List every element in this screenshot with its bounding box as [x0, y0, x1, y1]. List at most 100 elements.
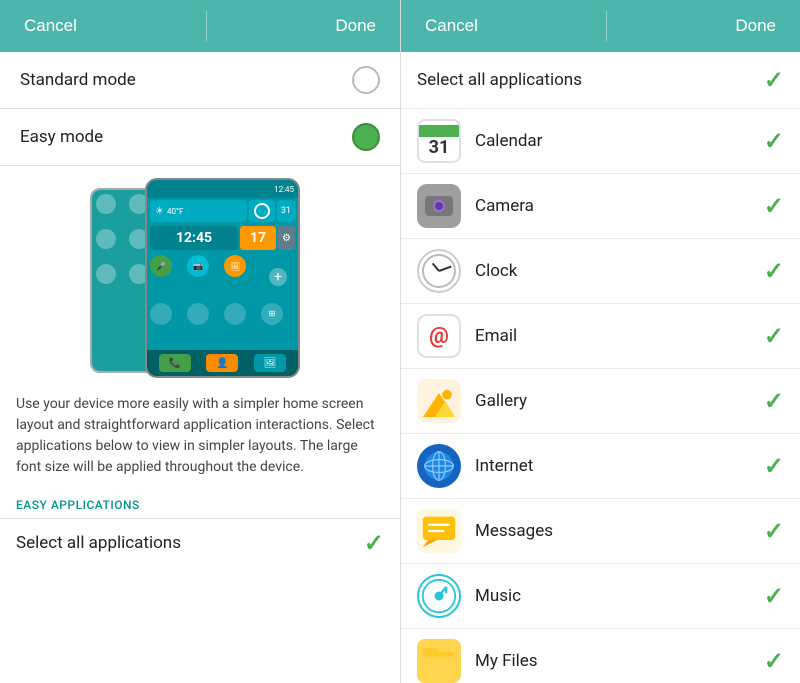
gallery-icon	[417, 379, 461, 423]
list-item[interactable]: Internet ✓	[401, 434, 800, 499]
camera-lens	[433, 200, 445, 212]
weather-temp: 40°F	[167, 207, 183, 216]
phone-front: 12:45 ☀ 40°F 31 12:45	[145, 178, 300, 378]
gallery-icon-sm: 🖼	[230, 262, 240, 271]
left-panel: Cancel Done Standard mode Easy mode	[0, 0, 400, 683]
sun-icon: ☀	[155, 206, 164, 217]
easy-applications-label: EASY APPLICATIONS	[0, 486, 400, 518]
app-check: ✓	[764, 452, 784, 480]
easy-mode-toggle[interactable]	[352, 123, 380, 151]
preview-area: 12:45 ☀ 40°F 31 12:45	[0, 166, 400, 386]
list-item[interactable]: Camera ✓	[401, 174, 800, 239]
phone-bottom-nav: 📞 👤 🖼	[147, 350, 298, 376]
list-item[interactable]: 31 Calendar ✓	[401, 109, 800, 174]
back-icon-9	[96, 264, 116, 284]
app-name: Music	[475, 586, 764, 606]
music-icon	[417, 574, 461, 618]
list-item[interactable]: My Files ✓	[401, 629, 800, 683]
phone-app-4	[150, 303, 172, 325]
phone-status-bar: 12:45	[147, 180, 298, 198]
easy-mode-label: Easy mode	[20, 127, 103, 147]
app-check: ✓	[764, 387, 784, 415]
cal-num: 31	[281, 206, 291, 216]
calendar-widget-mini: 31	[277, 200, 295, 222]
calendar-date-num: 31	[429, 139, 450, 157]
app-check: ✓	[764, 127, 784, 155]
app-check: ✓	[764, 582, 784, 610]
left-select-all-row[interactable]: Select all applications ✓	[0, 518, 400, 567]
phone-mockup: 12:45 ☀ 40°F 31 12:45	[90, 178, 310, 378]
app-name: Gallery	[475, 391, 764, 411]
left-select-all-check: ✓	[364, 529, 384, 557]
phone-app-2: 📷	[187, 255, 209, 277]
plus-icon: +	[274, 269, 282, 285]
clock-face	[422, 254, 456, 288]
phone-app-1: 🎤	[150, 255, 172, 277]
gallery-svg	[423, 385, 455, 417]
description-text: Use your device more easily with a simpl…	[0, 386, 400, 486]
list-item[interactable]: Clock ✓	[401, 239, 800, 304]
easy-mode-row[interactable]: Easy mode	[0, 109, 400, 166]
calendar-header-bar	[419, 125, 459, 137]
at-symbol: @	[429, 324, 449, 349]
app-check: ✓	[764, 322, 784, 350]
phone-widget-row: ☀ 40°F 31	[147, 198, 298, 224]
right-panel: Cancel Done Select all applications ✓ 31…	[400, 0, 800, 683]
grid-icon: ⊞	[269, 309, 276, 318]
left-cancel-button[interactable]: Cancel	[20, 8, 81, 44]
email-icon: @	[417, 314, 461, 358]
camera-body	[425, 196, 453, 216]
messages-svg	[421, 513, 457, 549]
calendar-icon: 31	[417, 119, 461, 163]
settings-widget: ⚙	[278, 226, 295, 250]
mic-icon: 🎤	[156, 262, 166, 271]
clock-icon	[254, 203, 270, 219]
photo-icon: 🖼	[264, 358, 277, 369]
person-icon: 👤	[216, 358, 228, 369]
app-check: ✓	[764, 517, 784, 545]
standard-mode-label: Standard mode	[20, 70, 136, 90]
list-item[interactable]: Messages ✓	[401, 499, 800, 564]
back-icon-1	[96, 194, 116, 214]
right-header: Cancel Done	[401, 0, 800, 52]
standard-mode-row[interactable]: Standard mode	[0, 52, 400, 109]
internet-icon	[417, 444, 461, 488]
back-icon-5	[96, 229, 116, 249]
app-name: Internet	[475, 456, 764, 476]
list-item[interactable]: Gallery ✓	[401, 369, 800, 434]
right-cancel-button[interactable]: Cancel	[421, 8, 482, 44]
right-header-divider	[606, 11, 607, 41]
weather-widget: ☀ 40°F	[150, 200, 247, 222]
standard-mode-toggle[interactable]	[352, 66, 380, 94]
clock-icon	[417, 249, 461, 293]
right-done-button[interactable]: Done	[731, 8, 780, 44]
list-item[interactable]: Music ✓	[401, 564, 800, 629]
list-item[interactable]: @ Email ✓	[401, 304, 800, 369]
phone-time-display: 12:45	[274, 185, 294, 194]
app-name: Camera	[475, 196, 764, 216]
myfiles-svg	[421, 644, 457, 678]
right-select-all-label: Select all applications	[417, 70, 764, 90]
phone-app-grid: 🎤 📷 🖼 + ⊞	[147, 252, 298, 350]
left-header: Cancel Done	[0, 0, 400, 52]
call-btn: 📞	[159, 354, 191, 372]
app-name: Messages	[475, 521, 764, 541]
phone-app-6	[224, 303, 246, 325]
app-check: ✓	[764, 257, 784, 285]
phone-icon-sm: 📞	[169, 358, 181, 369]
app-name: My Files	[475, 651, 764, 671]
right-select-all-check: ✓	[764, 66, 784, 94]
app-check: ✓	[764, 192, 784, 220]
add-btn: +	[269, 268, 287, 286]
phone-app-3: 🖼	[224, 255, 246, 277]
phone-app-5	[187, 303, 209, 325]
app-name: Clock	[475, 261, 764, 281]
app-check: ✓	[764, 647, 784, 675]
time-box: 12:45	[150, 226, 238, 250]
left-done-button[interactable]: Done	[331, 8, 380, 44]
messages-icon	[417, 509, 461, 553]
gear-icon: ⚙	[282, 233, 291, 244]
right-select-all-row[interactable]: Select all applications ✓	[401, 52, 800, 109]
clock-widget	[249, 200, 275, 222]
app-name: Calendar	[475, 131, 764, 151]
